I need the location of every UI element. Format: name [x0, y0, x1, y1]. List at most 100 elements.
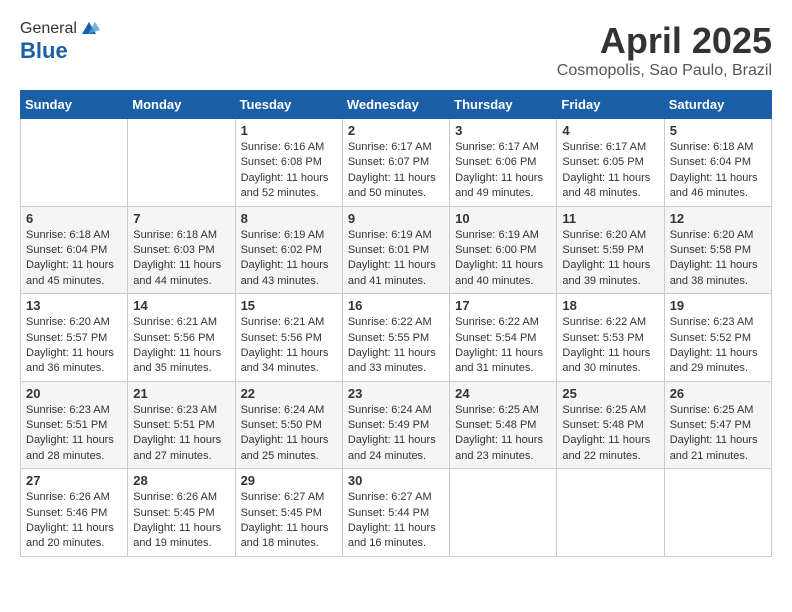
calendar-cell: 27Sunrise: 6:26 AMSunset: 5:46 PMDayligh… — [21, 469, 128, 557]
header: General Blue April 2025 Cosmopolis, Sao … — [20, 20, 772, 80]
cell-content: Sunrise: 6:27 AMSunset: 5:45 PMDaylight:… — [241, 490, 337, 552]
logo-icon — [78, 20, 100, 38]
day-number: 22 — [241, 386, 337, 401]
cell-content: Sunrise: 6:20 AMSunset: 5:59 PMDaylight:… — [562, 228, 658, 290]
calendar-cell: 3 Sunrise: 6:17 AMSunset: 6:06 PMDaylight… — [450, 119, 557, 207]
week-row-1: 1Sunrise: 6:16 AMSunset: 6:08 PMDaylight… — [21, 119, 772, 207]
calendar-cell: 23 Sunrise: 6:24 AMSunset: 5:49 PMDayligh… — [342, 381, 449, 469]
calendar-cell — [450, 469, 557, 557]
day-number: 30 — [348, 473, 444, 488]
week-row-4: 20 Sunrise: 6:23 AMSunset: 5:51 PMDayligh… — [21, 381, 772, 469]
weekday-header-tuesday: Tuesday — [235, 91, 342, 119]
cell-content: Sunrise: 6:22 AMSunset: 5:55 PMDaylight:… — [348, 315, 444, 377]
day-number: 7 — [133, 211, 229, 226]
calendar: SundayMondayTuesdayWednesdayThursdayFrid… — [20, 90, 772, 557]
day-number: 6 — [26, 211, 122, 226]
calendar-cell: 18 Sunrise: 6:22 AMSunset: 5:53 PMDayligh… — [557, 294, 664, 382]
cell-content: Sunrise: 6:17 AMSunset: 6:06 PMDaylight:… — [455, 140, 551, 202]
cell-content: Sunrise: 6:22 AMSunset: 5:53 PMDaylight:… — [562, 315, 658, 377]
calendar-cell — [21, 119, 128, 207]
day-number: 3 — [455, 123, 551, 138]
cell-content: Sunrise: 6:25 AMSunset: 5:47 PMDaylight:… — [670, 403, 766, 465]
logo-blue-text: Blue — [20, 38, 68, 64]
calendar-cell: 4 Sunrise: 6:17 AMSunset: 6:05 PMDaylight… — [557, 119, 664, 207]
calendar-cell: 16 Sunrise: 6:22 AMSunset: 5:55 PMDayligh… — [342, 294, 449, 382]
cell-content: Sunrise: 6:23 AMSunset: 5:51 PMDaylight:… — [26, 403, 122, 465]
calendar-cell: 26 Sunrise: 6:25 AMSunset: 5:47 PMDayligh… — [664, 381, 771, 469]
title-area: April 2025 Cosmopolis, Sao Paulo, Brazil — [557, 20, 772, 80]
calendar-cell: 7 Sunrise: 6:18 AMSunset: 6:03 PMDaylight… — [128, 206, 235, 294]
calendar-cell: 15 Sunrise: 6:21 AMSunset: 5:56 PMDayligh… — [235, 294, 342, 382]
calendar-cell: 20 Sunrise: 6:23 AMSunset: 5:51 PMDayligh… — [21, 381, 128, 469]
week-row-3: 13 Sunrise: 6:20 AMSunset: 5:57 PMDayligh… — [21, 294, 772, 382]
day-number: 2 — [348, 123, 444, 138]
calendar-cell: 1Sunrise: 6:16 AMSunset: 6:08 PMDaylight… — [235, 119, 342, 207]
day-number: 23 — [348, 386, 444, 401]
cell-content: Sunrise: 6:17 AMSunset: 6:07 PMDaylight:… — [348, 140, 444, 202]
day-number: 21 — [133, 386, 229, 401]
day-number: 15 — [241, 298, 337, 313]
week-row-2: 6 Sunrise: 6:18 AMSunset: 6:04 PMDaylight… — [21, 206, 772, 294]
calendar-cell: 21 Sunrise: 6:23 AMSunset: 5:51 PMDayligh… — [128, 381, 235, 469]
cell-content: Sunrise: 6:24 AMSunset: 5:50 PMDaylight:… — [241, 403, 337, 465]
day-number: 16 — [348, 298, 444, 313]
day-number: 13 — [26, 298, 122, 313]
cell-content: Sunrise: 6:18 AMSunset: 6:04 PMDaylight:… — [26, 228, 122, 290]
calendar-cell — [128, 119, 235, 207]
day-number: 8 — [241, 211, 337, 226]
calendar-cell: 17 Sunrise: 6:22 AMSunset: 5:54 PMDayligh… — [450, 294, 557, 382]
day-number: 9 — [348, 211, 444, 226]
cell-content: Sunrise: 6:19 AMSunset: 6:01 PMDaylight:… — [348, 228, 444, 290]
cell-content: Sunrise: 6:20 AMSunset: 5:58 PMDaylight:… — [670, 228, 766, 290]
calendar-cell: 11Sunrise: 6:20 AMSunset: 5:59 PMDayligh… — [557, 206, 664, 294]
calendar-cell: 19 Sunrise: 6:23 AMSunset: 5:52 PMDayligh… — [664, 294, 771, 382]
cell-content: Sunrise: 6:20 AMSunset: 5:57 PMDaylight:… — [26, 315, 122, 377]
weekday-header-row: SundayMondayTuesdayWednesdayThursdayFrid… — [21, 91, 772, 119]
day-number: 14 — [133, 298, 229, 313]
calendar-cell: 24 Sunrise: 6:25 AMSunset: 5:48 PMDayligh… — [450, 381, 557, 469]
day-number: 24 — [455, 386, 551, 401]
day-number: 19 — [670, 298, 766, 313]
day-number: 12 — [670, 211, 766, 226]
day-number: 29 — [241, 473, 337, 488]
cell-content: Sunrise: 6:21 AMSunset: 5:56 PMDaylight:… — [241, 315, 337, 377]
cell-content: Sunrise: 6:18 AMSunset: 6:03 PMDaylight:… — [133, 228, 229, 290]
calendar-cell: 8 Sunrise: 6:19 AMSunset: 6:02 PMDaylight… — [235, 206, 342, 294]
day-number: 4 — [562, 123, 658, 138]
cell-content: Sunrise: 6:25 AMSunset: 5:48 PMDaylight:… — [562, 403, 658, 465]
cell-content: Sunrise: 6:22 AMSunset: 5:54 PMDaylight:… — [455, 315, 551, 377]
weekday-header-monday: Monday — [128, 91, 235, 119]
cell-content: Sunrise: 6:19 AMSunset: 6:02 PMDaylight:… — [241, 228, 337, 290]
day-number: 25 — [562, 386, 658, 401]
weekday-header-friday: Friday — [557, 91, 664, 119]
week-row-5: 27Sunrise: 6:26 AMSunset: 5:46 PMDayligh… — [21, 469, 772, 557]
cell-content: Sunrise: 6:25 AMSunset: 5:48 PMDaylight:… — [455, 403, 551, 465]
calendar-cell: 29 Sunrise: 6:27 AMSunset: 5:45 PMDayligh… — [235, 469, 342, 557]
calendar-cell: 6 Sunrise: 6:18 AMSunset: 6:04 PMDaylight… — [21, 206, 128, 294]
cell-content: Sunrise: 6:23 AMSunset: 5:52 PMDaylight:… — [670, 315, 766, 377]
weekday-header-saturday: Saturday — [664, 91, 771, 119]
calendar-cell: 9 Sunrise: 6:19 AMSunset: 6:01 PMDaylight… — [342, 206, 449, 294]
calendar-cell: 10Sunrise: 6:19 AMSunset: 6:00 PMDayligh… — [450, 206, 557, 294]
day-number: 18 — [562, 298, 658, 313]
calendar-cell: 30 Sunrise: 6:27 AMSunset: 5:44 PMDayligh… — [342, 469, 449, 557]
day-number: 28 — [133, 473, 229, 488]
cell-content: Sunrise: 6:24 AMSunset: 5:49 PMDaylight:… — [348, 403, 444, 465]
cell-content: Sunrise: 6:27 AMSunset: 5:44 PMDaylight:… — [348, 490, 444, 552]
location: Cosmopolis, Sao Paulo, Brazil — [557, 62, 772, 80]
day-number: 20 — [26, 386, 122, 401]
day-number: 26 — [670, 386, 766, 401]
logo: General Blue — [20, 20, 101, 64]
calendar-cell: 25 Sunrise: 6:25 AMSunset: 5:48 PMDayligh… — [557, 381, 664, 469]
calendar-cell — [557, 469, 664, 557]
cell-content: Sunrise: 6:17 AMSunset: 6:05 PMDaylight:… — [562, 140, 658, 202]
calendar-cell: 2 Sunrise: 6:17 AMSunset: 6:07 PMDaylight… — [342, 119, 449, 207]
calendar-cell: 28Sunrise: 6:26 AMSunset: 5:45 PMDayligh… — [128, 469, 235, 557]
cell-content: Sunrise: 6:16 AMSunset: 6:08 PMDaylight:… — [241, 140, 337, 202]
day-number: 27 — [26, 473, 122, 488]
day-number: 5 — [670, 123, 766, 138]
cell-content: Sunrise: 6:23 AMSunset: 5:51 PMDaylight:… — [133, 403, 229, 465]
calendar-cell: 22 Sunrise: 6:24 AMSunset: 5:50 PMDayligh… — [235, 381, 342, 469]
day-number: 17 — [455, 298, 551, 313]
calendar-cell: 12 Sunrise: 6:20 AMSunset: 5:58 PMDayligh… — [664, 206, 771, 294]
